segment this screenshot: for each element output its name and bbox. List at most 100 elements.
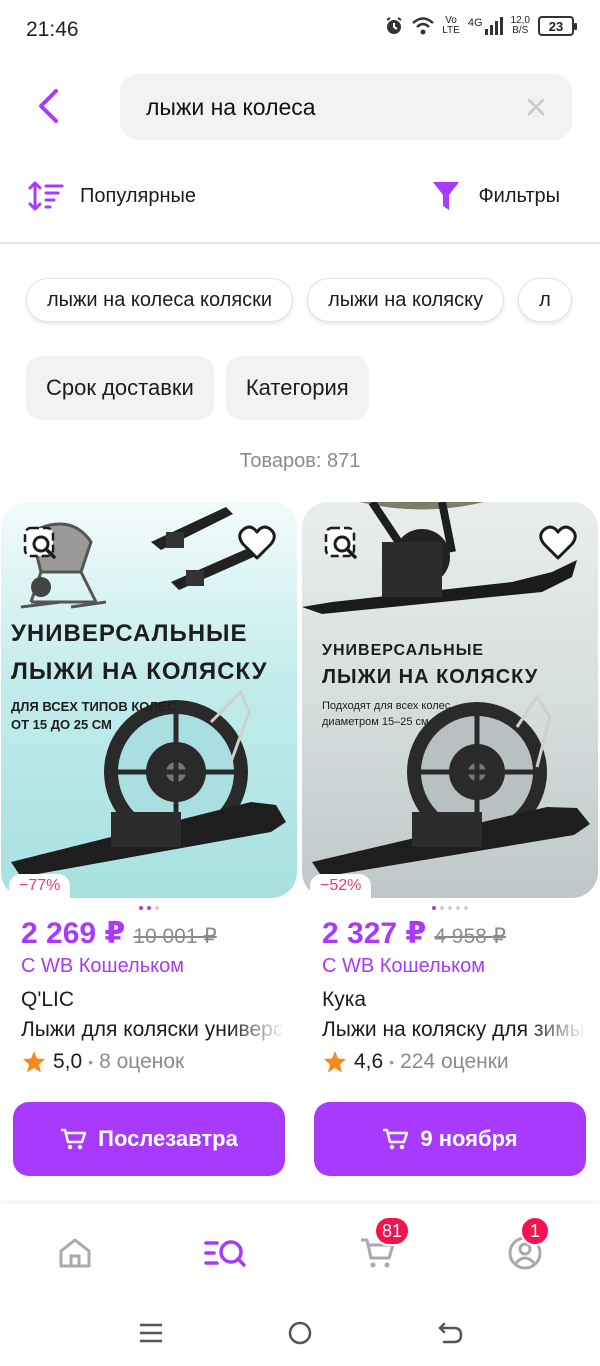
sort-icon — [28, 181, 64, 211]
close-icon — [527, 98, 545, 116]
status-icons: Vo LTE 4G 12,0 B/S 23 — [384, 16, 577, 36]
results-count: Товаров: 871 — [239, 450, 361, 472]
back-button[interactable] — [26, 82, 70, 130]
bottom-navigation: 81 1 — [0, 1204, 600, 1304]
image-caption-sub: Подходят для всех колес — [322, 700, 451, 712]
delivery-label: Послезавтра — [98, 1126, 238, 1151]
separator-dot: • — [389, 1054, 395, 1070]
image-caption-sub: ОТ 15 ДО 25 СМ — [11, 717, 112, 732]
reviews-count: 224 оценки — [400, 1050, 509, 1073]
rating-value: 5,0 — [53, 1050, 83, 1073]
recent-apps-button[interactable] — [136, 1318, 166, 1348]
image-caption-title: УНИВЕРСАЛЬНЫЕ — [11, 620, 248, 647]
add-to-cart-button[interactable]: 9 ноября — [314, 1102, 586, 1176]
net-speed: 12,0 B/S — [511, 16, 530, 36]
sort-button[interactable]: Популярные — [28, 180, 196, 212]
nav-catalog[interactable] — [200, 1228, 250, 1278]
volte-indicator: Vo LTE — [442, 16, 460, 36]
product-card[interactable]: УНИВЕРСАЛЬНЫЕ ЛЫЖИ НА КОЛЯСКУ ДЛЯ ВСЕХ Т… — [1, 502, 297, 1176]
image-caption-sub: ДЛЯ ВСЕХ ТИПОВ КОЛЕС — [11, 699, 177, 714]
price: 2 269 ₽ — [21, 917, 126, 950]
rating-value: 4,6 — [354, 1050, 384, 1073]
category-filter[interactable]: Категория — [225, 356, 369, 420]
wifi-icon — [412, 17, 435, 35]
divider — [0, 242, 600, 244]
product-image[interactable]: УНИВЕРСАЛЬНЫЕ ЛЫЖИ НА КОЛЯСКУ ДЛЯ ВСЕХ Т… — [1, 502, 297, 898]
system-navigation-bar — [0, 1304, 600, 1366]
network-type: 4G — [467, 17, 483, 29]
wallet-note: С WB Кошельком — [21, 955, 184, 977]
sort-label: Популярные — [80, 184, 197, 207]
discount-badge: −52% — [310, 874, 372, 898]
brand-name: Кука — [322, 988, 367, 1011]
rating-row: 5,0 • 8 оценок — [1, 1050, 297, 1074]
image-search-icon — [324, 526, 357, 559]
status-time: 21:46 — [26, 18, 79, 41]
favorite-button[interactable] — [538, 524, 578, 562]
add-to-cart-button[interactable]: Послезавтра — [13, 1102, 285, 1176]
back-arrow-icon — [438, 1322, 463, 1344]
rating-row: 4,6 • 224 оценки — [302, 1050, 598, 1074]
image-caption-title: УНИВЕРСАЛЬНЫЕ — [322, 642, 485, 659]
heart-icon — [238, 525, 276, 560]
filter-label: Фильтры — [478, 184, 560, 207]
search-input[interactable]: лыжи на колеса — [120, 74, 572, 140]
old-price: 10 001 ₽ — [133, 925, 217, 948]
image-pager-dots — [302, 906, 598, 910]
catalog-search-icon — [204, 1240, 246, 1267]
suggestion-chips: лыжи на колеса коляски лыжи на коляску л — [26, 278, 600, 322]
cart-icon — [61, 1128, 87, 1150]
delivery-time-filter[interactable]: Срок доставки — [26, 356, 214, 420]
discount-badge: −77% — [9, 874, 71, 898]
circle-icon — [288, 1321, 312, 1345]
signal-icon: 4G — [468, 17, 503, 35]
suggestion-chip[interactable]: лыжи на колеса коляски — [26, 278, 294, 322]
separator-dot: • — [88, 1054, 94, 1070]
net-speed-unit: B/S — [512, 25, 529, 36]
image-pager-dots — [1, 906, 297, 910]
volte-bottom: LTE — [442, 25, 460, 36]
star-icon — [324, 1051, 346, 1073]
alarm-icon — [384, 16, 404, 36]
profile-notification-badge: 1 — [520, 1216, 550, 1246]
product-name: Лыжи на коляску для зимы — [322, 1018, 585, 1041]
image-search-icon — [23, 526, 56, 559]
system-back-button[interactable] — [436, 1318, 466, 1348]
price-row: 2 269 ₽ 10 001 ₽ — [1, 916, 297, 951]
cart-count-badge: 81 — [374, 1216, 411, 1246]
old-price: 4 958 ₽ — [434, 925, 507, 948]
brand-name: Q'LIC — [21, 988, 75, 1011]
home-button[interactable] — [285, 1318, 315, 1348]
home-icon — [59, 1238, 91, 1268]
suggestion-chip[interactable]: л — [518, 278, 572, 322]
suggestion-chip[interactable]: лыжи на коляску — [307, 278, 505, 322]
funnel-icon — [433, 182, 460, 210]
nav-profile[interactable]: 1 — [500, 1216, 550, 1278]
menu-icon — [140, 1323, 162, 1343]
product-name: Лыжи для коляски универсальные — [21, 1018, 285, 1041]
nav-home[interactable] — [50, 1228, 100, 1278]
reviews-count: 8 оценок — [99, 1050, 185, 1073]
similar-search-button[interactable] — [23, 526, 59, 560]
status-bar: 21:46 Vo LTE 4G 12,0 B/S 23 — [0, 0, 600, 60]
image-caption-title: ЛЫЖИ НА КОЛЯСКУ — [11, 658, 268, 685]
search-query: лыжи на колеса — [146, 93, 316, 120]
chevron-left-icon — [39, 89, 58, 123]
delivery-label: 9 ноября — [420, 1126, 518, 1151]
similar-search-button[interactable] — [324, 526, 360, 560]
star-icon — [23, 1051, 45, 1073]
image-caption-sub: диаметром 15–25 см — [322, 716, 429, 728]
battery-icon: 23 — [538, 16, 577, 36]
product-card[interactable]: УНИВЕРСАЛЬНЫЕ ЛЫЖИ НА КОЛЯСКУ Подходят д… — [302, 502, 598, 1176]
heart-icon — [539, 525, 577, 560]
favorite-button[interactable] — [237, 524, 277, 562]
image-caption-title: ЛЫЖИ НА КОЛЯСКУ — [322, 666, 539, 688]
price-row: 2 327 ₽ 4 958 ₽ — [302, 916, 598, 951]
wallet-note: С WB Кошельком — [322, 955, 485, 977]
nav-cart[interactable]: 81 — [352, 1216, 411, 1278]
sort-filter-bar: Популярные Фильтры — [0, 170, 600, 230]
clear-search-button[interactable] — [524, 95, 548, 119]
filter-button[interactable]: Фильтры — [432, 180, 560, 212]
price: 2 327 ₽ — [322, 917, 427, 950]
product-image[interactable]: УНИВЕРСАЛЬНЫЕ ЛЫЖИ НА КОЛЯСКУ Подходят д… — [302, 502, 598, 898]
